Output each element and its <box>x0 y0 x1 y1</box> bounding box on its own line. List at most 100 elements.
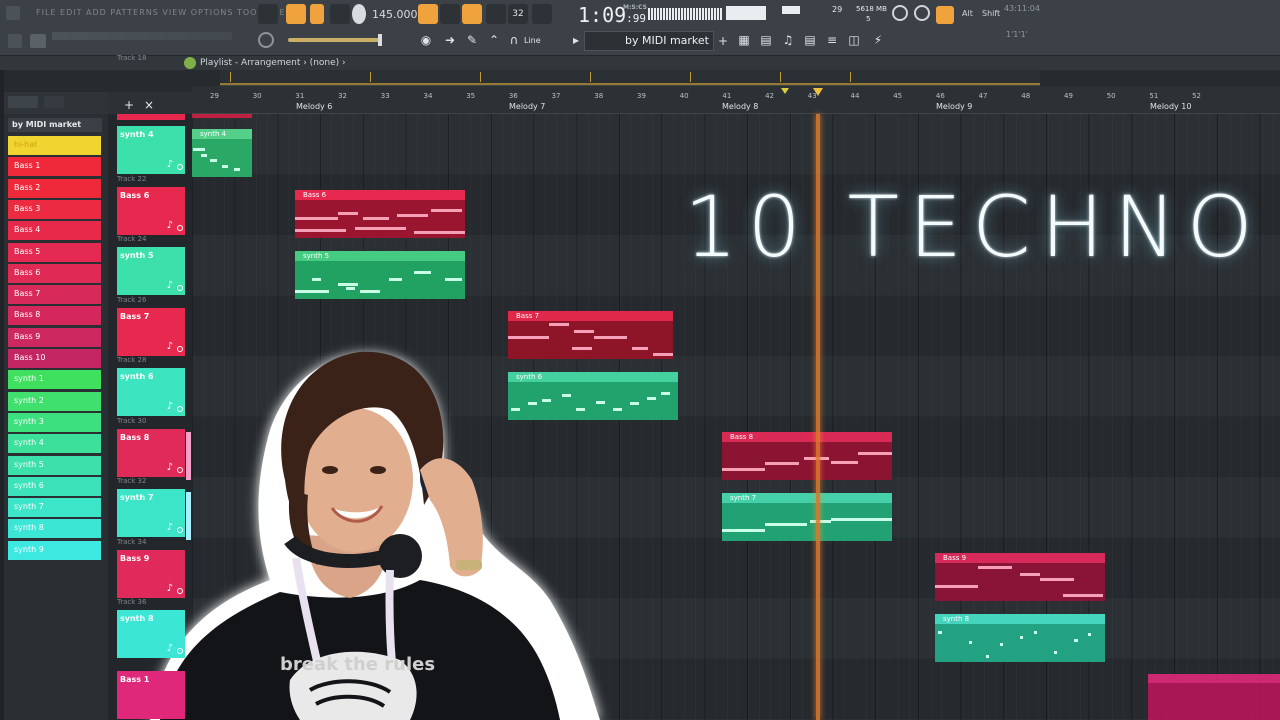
add-track-button[interactable]: + <box>124 98 134 112</box>
clip-partial[interactable] <box>192 114 252 118</box>
master-volume-slider[interactable] <box>288 38 380 42</box>
channel-item[interactable]: Bass 10 <box>8 349 101 368</box>
plugin-icon[interactable]: ⚡ <box>870 32 886 48</box>
pattern-clip[interactable]: synth 7 <box>722 493 892 541</box>
clip-title[interactable]: synth 7 <box>722 493 892 503</box>
clip-title[interactable]: Bass 9 <box>935 553 1105 563</box>
magnet-icon[interactable]: ∩ <box>506 32 522 48</box>
channel-item[interactable]: Bass 2 <box>8 178 101 198</box>
mute-icon[interactable] <box>177 406 183 412</box>
loop-record-button[interactable] <box>486 4 506 24</box>
chat-icon[interactable] <box>914 5 930 21</box>
channel-item[interactable]: synth 2 <box>8 391 101 411</box>
channel-item[interactable]: Bass 6 <box>8 263 101 283</box>
countdown-button[interactable] <box>462 4 482 24</box>
pattern-clip[interactable]: Bass 8 <box>722 432 892 480</box>
channel-item[interactable]: synth 1 <box>8 370 101 390</box>
knob-icon[interactable] <box>258 32 274 48</box>
pattern-clip[interactable]: Bass 9 <box>935 553 1105 601</box>
channel-filter-button[interactable] <box>8 96 38 108</box>
track-header[interactable]: synth 8 ♪ <box>117 610 185 658</box>
channel-item[interactable]: Bass 3 <box>8 199 101 219</box>
pattern-clip[interactable]: synth 5 <box>295 251 465 299</box>
track-header[interactable]: synth 4 ♪ <box>117 126 185 174</box>
snap-icon[interactable] <box>8 34 22 48</box>
time-marker[interactable]: Melody 7 <box>509 102 545 111</box>
stamp-icon[interactable]: ◉ <box>418 32 434 48</box>
channel-item[interactable]: Bass 8 <box>8 306 101 326</box>
smile-icon[interactable] <box>936 6 954 24</box>
clip-title[interactable]: synth 8 <box>935 614 1105 624</box>
chevron-right-icon[interactable]: ▸ <box>568 32 584 48</box>
mute-icon[interactable] <box>177 285 183 291</box>
channel-item[interactable]: synth 6 <box>8 476 101 496</box>
track-header[interactable]: Bass 1 <box>117 670 185 719</box>
track-header[interactable]: Bass 9 ♪ <box>117 549 185 598</box>
clip-title[interactable]: synth 5 <box>295 251 465 261</box>
track-header[interactable]: synth 7 ♪ <box>117 489 185 537</box>
refresh-icon[interactable] <box>892 5 908 21</box>
channel-item[interactable]: synth 3 <box>8 412 101 432</box>
add-pattern-button[interactable]: + <box>718 34 728 48</box>
song-mode-button[interactable] <box>286 4 306 24</box>
track-header[interactable]: Bass 7 ♪ <box>117 307 185 356</box>
record-button[interactable] <box>352 4 366 24</box>
track-header[interactable]: synth 6 ♪ <box>117 368 185 416</box>
clip-title[interactable]: Bass 7 <box>508 311 673 321</box>
play-button[interactable] <box>310 4 324 24</box>
pattern-clip[interactable]: synth 4 <box>192 129 252 177</box>
channel-item[interactable]: Bass 7 <box>8 285 101 305</box>
channel-item[interactable]: Bass 5 <box>8 242 101 262</box>
pattern-clip[interactable]: Bass 6 <box>295 190 465 238</box>
channel-arrow-icon[interactable] <box>44 96 64 108</box>
mute-icon[interactable] <box>177 466 183 473</box>
channel-item[interactable]: synth 8 <box>8 519 101 539</box>
time-marker[interactable]: Melody 10 <box>1150 102 1191 111</box>
metronome-button[interactable] <box>418 4 438 24</box>
mute-icon[interactable] <box>177 587 183 594</box>
playlist-breadcrumb[interactable]: Playlist - Arrangement › (none) › <box>200 58 346 68</box>
mute-icon[interactable] <box>177 527 183 533</box>
clip-title[interactable]: Bass 6 <box>295 190 465 200</box>
mixer-icon[interactable]: ▤ <box>802 32 818 48</box>
channel-item[interactable]: Bass 9 <box>8 327 101 347</box>
sliders-icon[interactable]: ≡ <box>824 32 840 48</box>
channel-item[interactable]: hi-hat <box>8 136 101 155</box>
arrow-right-icon[interactable]: ➜ <box>442 32 458 48</box>
channel-item[interactable]: synth 9 <box>8 540 101 560</box>
mute-icon[interactable] <box>177 648 183 654</box>
link-icon[interactable] <box>532 4 552 24</box>
mute-icon[interactable] <box>177 345 183 352</box>
time-marker[interactable]: Melody 9 <box>936 102 972 111</box>
browser-icon[interactable]: ◫ <box>846 32 862 48</box>
piano-roll-icon[interactable]: ♫ <box>780 32 796 48</box>
mute-icon[interactable] <box>177 224 183 231</box>
track-header[interactable]: Bass 6 ♪ <box>117 186 185 235</box>
channel-item[interactable]: synth 5 <box>8 455 101 475</box>
remove-track-button[interactable]: × <box>144 98 154 112</box>
master-volume-knob[interactable] <box>378 34 382 46</box>
channel-group-label[interactable]: by MIDI market <box>8 118 102 132</box>
menu-icon[interactable] <box>6 6 20 20</box>
clip-title[interactable]: Bass 8 <box>722 432 892 442</box>
overview-scroll-bar[interactable] <box>220 83 1040 85</box>
wait-record-button[interactable] <box>440 4 460 24</box>
tempo-display[interactable]: 145.000 <box>372 8 418 21</box>
mute-icon[interactable] <box>177 164 183 170</box>
track-header-partial[interactable] <box>117 114 185 120</box>
track-header[interactable]: Bass 8 ♪ <box>117 428 185 477</box>
pattern-song-toggle[interactable] <box>258 4 278 24</box>
snap-mode-select[interactable]: Line <box>524 36 541 45</box>
stop-button[interactable] <box>330 4 350 24</box>
channel-rack-icon[interactable]: ▤ <box>758 32 774 48</box>
pattern-clip[interactable]: synth 8 <box>935 614 1105 662</box>
time-marker[interactable]: Melody 6 <box>296 102 332 111</box>
pattern-selector[interactable]: by MIDI market <box>584 31 714 51</box>
playlist-icon[interactable]: ▦ <box>736 32 752 48</box>
curve-icon[interactable]: ⌃ <box>486 32 502 48</box>
step-edit-button[interactable]: 32 <box>508 4 528 24</box>
time-marker[interactable]: Melody 8 <box>722 102 758 111</box>
channel-item[interactable]: Bass 1 <box>8 157 101 177</box>
clip-offscreen[interactable] <box>1148 674 1280 720</box>
loop-marker-icon[interactable] <box>781 88 789 94</box>
